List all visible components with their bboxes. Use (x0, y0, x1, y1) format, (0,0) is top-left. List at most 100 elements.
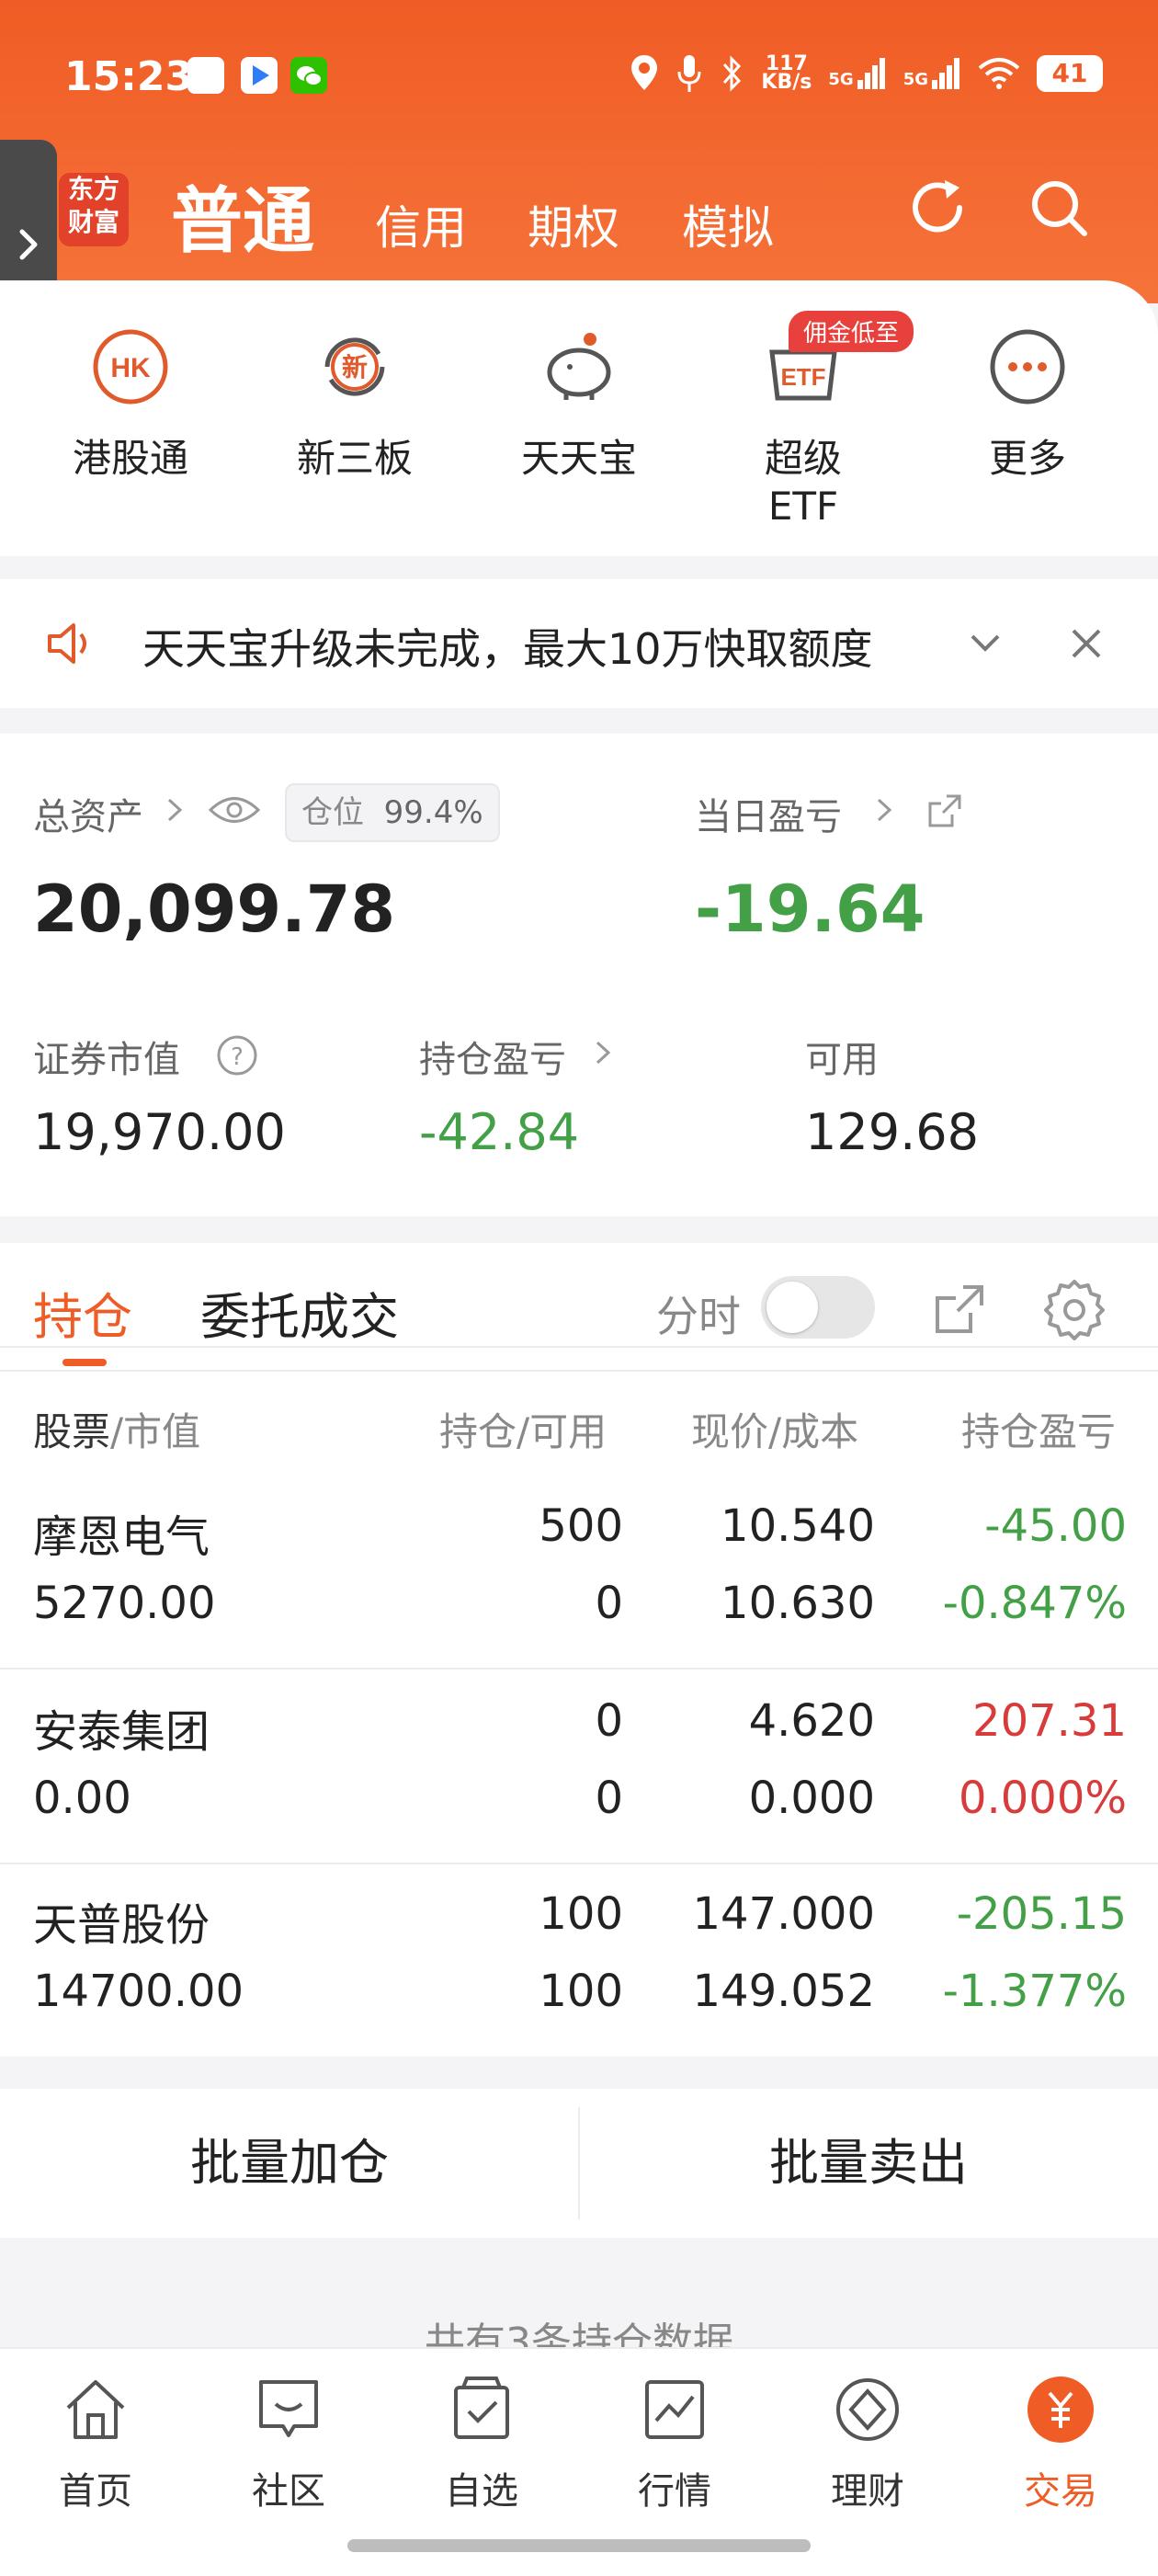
svg-text:?: ? (231, 1043, 244, 1071)
stock-market-value: 5270.00 (33, 1578, 216, 1629)
table-row[interactable]: 天普股份 14700.00 100 100 147.000 149.052 -2… (0, 1879, 1158, 2072)
quick-item-label: 更多 (988, 436, 1066, 481)
time-share-label: 分时 (656, 1292, 741, 1341)
chevron-right-icon (596, 1041, 611, 1065)
total-assets-value: 20,099.78 (33, 872, 396, 947)
home-icon (66, 2380, 125, 2439)
signal-bars-icon (932, 58, 959, 89)
header-bar: 15:23 117 KB/s 5G 5G 41 东方 财富 普通 信用 期权 模… (0, 0, 1158, 348)
cost-price: 10.630 (721, 1578, 875, 1629)
quick-item-tiantianbao[interactable]: 天天宝 (505, 326, 653, 484)
stock-name: 天普股份 (33, 1899, 210, 1951)
nav-label: 理财 (831, 2470, 904, 2513)
nav-label: 社区 (252, 2470, 325, 2513)
nav-finance[interactable]: 理财 (794, 2373, 941, 2514)
divider (0, 1346, 1158, 1348)
gear-icon[interactable] (1042, 1276, 1107, 1340)
nav-market[interactable]: 行情 (601, 2373, 748, 2514)
tab-simulation[interactable]: 模拟 (682, 191, 774, 257)
col-position: 持仓/可用 (439, 1409, 607, 1454)
cost-price: 149.052 (692, 1966, 876, 2017)
nav-watchlist[interactable]: 自选 (408, 2373, 555, 2514)
refresh-icon[interactable] (904, 175, 971, 241)
export-icon[interactable] (930, 1280, 989, 1339)
holding-pl-label[interactable]: 持仓盈亏 (419, 1030, 566, 1083)
close-icon[interactable] (1068, 625, 1105, 662)
table-row[interactable]: 摩恩电气 5270.00 500 0 10.540 10.630 -45.00 … (0, 1491, 1158, 1684)
quick-item-more[interactable]: 更多 (954, 326, 1101, 484)
holdings-panel: 持仓 委托成交 分时 股票 /市值 持仓/可用 现价/成本 持仓盈亏 摩恩电气 … (0, 1243, 1158, 2057)
watchlist-icon (454, 2377, 509, 2439)
tab-underline (62, 1359, 107, 1366)
row-divider (0, 1668, 1158, 1670)
search-icon[interactable] (1026, 175, 1092, 241)
share-icon[interactable] (925, 791, 965, 831)
app-logo: 东方 财富 (59, 173, 129, 246)
current-price: 147.000 (692, 1888, 876, 1940)
quick-item-label: 新三板 (296, 436, 413, 481)
video-app-icon (241, 57, 278, 94)
chart-icon (645, 2380, 704, 2439)
chevron-right-icon (167, 798, 183, 822)
divider (0, 1370, 1158, 1372)
nav-trade[interactable]: 交易 (987, 2373, 1134, 2514)
daily-pl-value: -19.64 (695, 872, 925, 947)
col-stock: 股票 (33, 1409, 111, 1454)
tab-normal[interactable]: 普通 (171, 164, 314, 267)
signal-bars-icon (857, 58, 885, 89)
row-divider (0, 1863, 1158, 1864)
signal-5g-2: 5G (903, 58, 961, 89)
hk-icon: HK (93, 329, 168, 405)
pl-percent: -0.847% (942, 1578, 1127, 1629)
eye-icon[interactable] (208, 792, 261, 827)
tab-holdings[interactable]: 持仓 (33, 1276, 132, 1349)
net-speed: 117 KB/s (761, 52, 812, 94)
quick-item-hk[interactable]: HK 港股通 (57, 326, 204, 484)
quick-item-super-etf[interactable]: ETF 超级ETF (730, 326, 877, 529)
time-share-toggle[interactable] (761, 1276, 875, 1339)
position-qty: 500 (539, 1500, 623, 1552)
location-icon (631, 55, 658, 90)
speaker-icon (48, 623, 86, 664)
daily-pl-label[interactable]: 当日盈亏 (695, 787, 842, 840)
available-label: 可用 (805, 1039, 879, 1081)
holding-pl-value: -42.84 (419, 1103, 580, 1161)
stock-market-value: 0.00 (33, 1772, 131, 1824)
tab-orders-trades[interactable]: 委托成交 (200, 1276, 399, 1349)
trade-icon (1027, 2377, 1094, 2443)
new-board-icon: 新 (324, 337, 385, 396)
help-icon[interactable]: ? (215, 1033, 259, 1077)
piggy-bank-icon (547, 333, 611, 400)
table-row[interactable]: 安泰集团 0.00 0 0 4.620 0.000 207.31 0.000% (0, 1686, 1158, 1879)
svg-text:新: 新 (342, 352, 368, 382)
market-value: 19,970.00 (33, 1103, 286, 1161)
nav-label: 自选 (445, 2470, 518, 2513)
asset-summary: 总资产 仓位 99.4% 20,099.78 当日盈亏 -19.64 证券市值 … (0, 734, 1158, 1216)
quick-item-new-board[interactable]: 新 新三板 (281, 326, 428, 484)
status-icons: 117 KB/s 5G 5G 41 (629, 53, 1103, 94)
available-qty: 100 (539, 1966, 623, 2017)
total-assets-label[interactable]: 总资产 (33, 787, 143, 840)
tab-credit[interactable]: 信用 (375, 191, 467, 257)
wechat-icon (290, 57, 327, 94)
home-indicator[interactable] (347, 2539, 811, 2552)
svg-text:ETF: ETF (780, 363, 825, 391)
batch-add-button[interactable]: 批量加仓 (0, 2089, 579, 2238)
quick-item-label: 超级ETF (764, 436, 842, 529)
current-price: 10.540 (721, 1500, 875, 1552)
toggle-knob (766, 1282, 818, 1333)
battery-indicator: 41 (1037, 55, 1103, 92)
chevron-down-icon[interactable] (965, 623, 1005, 664)
pl-amount: -205.15 (956, 1888, 1127, 1940)
batch-sell-button[interactable]: 批量卖出 (579, 2089, 1158, 2238)
notice-bar[interactable]: 天天宝升级未完成，最大10万快取额度 (0, 579, 1158, 708)
nav-label: 首页 (59, 2470, 132, 2513)
nav-label: 行情 (638, 2470, 711, 2513)
status-bar: 15:23 117 KB/s 5G 5G 41 (0, 0, 1158, 156)
nav-home[interactable]: 首页 (22, 2373, 169, 2514)
notice-text: 天天宝升级未完成，最大10万快取额度 (142, 624, 873, 674)
svg-text:HK: HK (110, 353, 151, 383)
nav-community[interactable]: 社区 (215, 2373, 362, 2514)
tab-options[interactable]: 期权 (528, 191, 619, 257)
position-qty: 0 (595, 1695, 623, 1747)
